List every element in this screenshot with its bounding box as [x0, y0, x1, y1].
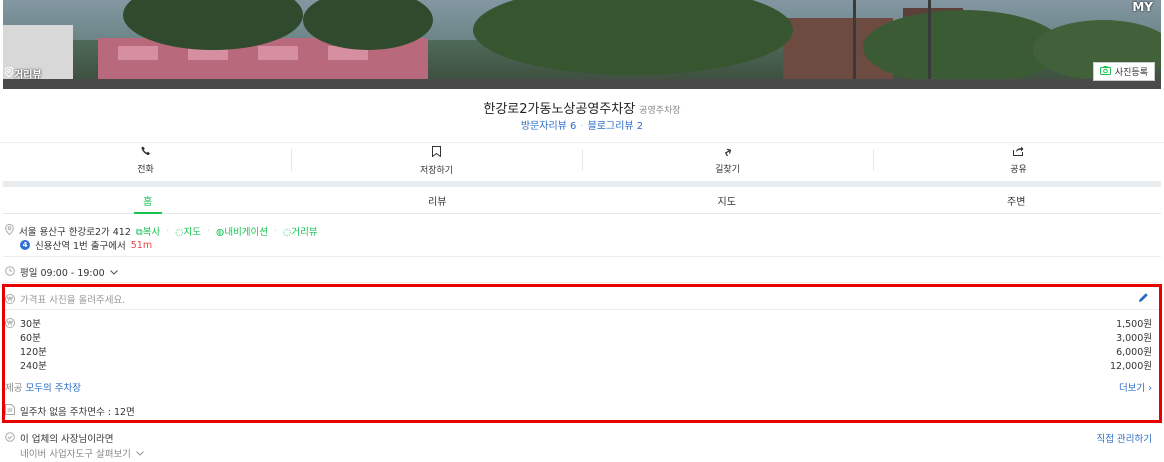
price-row: 120분 6,000원	[20, 346, 1152, 360]
provider-prefix: 제공	[5, 383, 23, 394]
price-row: 60분 3,000원	[20, 332, 1152, 346]
add-photo-label: 사진등록	[1114, 68, 1148, 78]
street-view-text: 거리뷰	[14, 70, 42, 81]
location-pin-icon	[4, 66, 14, 80]
directions-icon	[723, 146, 733, 159]
address-row: 서울 용산구 한강로2가 412 ⧉복사 · ◌지도 · ◍내비게이션 · ◌거…	[5, 223, 318, 238]
directions-button[interactable]: 길찾기	[582, 143, 873, 178]
copy-address-button[interactable]: ⧉복사	[136, 224, 160, 238]
street-view-label[interactable]: 거리뷰	[4, 66, 42, 81]
price-value: 1,500원	[1116, 319, 1152, 330]
manage-directly-link[interactable]: 직접 관리하기	[1097, 431, 1152, 445]
chevron-right-icon: ›	[1145, 383, 1152, 394]
navigation-link[interactable]: ◍내비게이션	[216, 224, 268, 238]
subway-distance: 51m	[130, 239, 153, 251]
map-link[interactable]: ◌지도	[175, 224, 201, 238]
price-provider: 제공 모두의 주차장	[5, 380, 81, 394]
price-list: 30분 1,500원 60분 3,000원 120분 6,000원 240분 1…	[20, 318, 1152, 374]
share-label: 공유	[1010, 165, 1027, 175]
divider	[5, 309, 1159, 310]
check-circle-icon	[5, 431, 15, 445]
price-value: 6,000원	[1116, 347, 1152, 358]
price-icon-row: ₩	[5, 318, 15, 328]
price-row: 30분 1,500원	[20, 318, 1152, 332]
tab-reviews[interactable]: 리뷰	[293, 187, 583, 213]
phone-icon	[140, 146, 151, 159]
hours-row[interactable]: 평일 09:00 - 19:00	[5, 265, 118, 279]
add-photo-button[interactable]: 사진등록	[1092, 62, 1155, 81]
review-links: 방문자리뷰 6 · 블로그리뷰 2	[520, 121, 644, 132]
tab-nearby[interactable]: 주변	[872, 187, 1162, 213]
call-label: 전화	[137, 165, 154, 175]
more-label: 더보기	[1118, 383, 1146, 394]
location-pin-icon	[5, 223, 14, 238]
price-duration: 120분	[20, 347, 47, 358]
share-icon	[1013, 146, 1024, 159]
share-button[interactable]: 공유	[873, 143, 1164, 178]
price-value: 12,000원	[1110, 361, 1152, 372]
price-value: 3,000원	[1116, 333, 1152, 344]
price-duration: 240분	[20, 361, 47, 372]
document-icon	[5, 404, 15, 418]
price-duration: 60분	[20, 333, 41, 344]
place-name: 한강로2가동노상공영주차장	[483, 102, 636, 117]
subway-line-badge: 4	[20, 240, 30, 250]
camera-icon	[1099, 65, 1111, 78]
more-button[interactable]: 더보기 ›	[1119, 380, 1152, 394]
parking-info-text: 일주차 없음 주차면수 : 12면	[20, 407, 135, 418]
won-icon: ₩	[5, 294, 15, 304]
divider	[3, 282, 1161, 283]
tab-bar: 홈 리뷰 지도 주변	[3, 187, 1161, 214]
owner-row: 이 업체의 사장님이라면	[5, 431, 113, 445]
save-label: 저장하기	[419, 165, 454, 176]
blog-reviews-link[interactable]: 블로그리뷰 2	[588, 121, 644, 132]
tab-map[interactable]: 지도	[582, 187, 872, 213]
my-button[interactable]: MY	[1132, 0, 1153, 14]
price-duration: 30분	[20, 319, 41, 330]
price-photo-row[interactable]: ₩ 가격표 사진을 올려주세요.	[5, 292, 125, 306]
chevron-down-icon	[109, 267, 118, 278]
tab-home[interactable]: 홈	[3, 187, 293, 213]
parking-info-row: 일주차 없음 주차면수 : 12면	[5, 404, 135, 418]
price-row: 240분 12,000원	[20, 360, 1152, 374]
photo-road	[3, 79, 1161, 89]
place-title-row: 한강로2가동노상공영주차장 공영주차장	[0, 98, 1164, 117]
photo-pole	[928, 0, 931, 89]
save-button[interactable]: 저장하기	[291, 143, 582, 178]
address-text: 서울 용산구 한강로2가 412	[19, 227, 131, 238]
place-category: 공영주차장	[639, 106, 681, 116]
business-tool-text: 네이버 사업자도구 살펴보기	[20, 449, 131, 460]
bookmark-icon	[432, 145, 441, 160]
won-icon: ₩	[5, 318, 15, 328]
call-button[interactable]: 전화	[0, 143, 291, 178]
visitor-reviews-link[interactable]: 방문자리뷰 6	[521, 121, 577, 132]
pencil-icon[interactable]	[1138, 292, 1150, 304]
provider-link[interactable]: 모두의 주차장	[26, 383, 81, 394]
chevron-down-icon	[136, 448, 144, 459]
action-bar: 전화 저장하기 길찾기 공유	[0, 142, 1164, 178]
directions-label: 길찾기	[715, 165, 740, 175]
business-tool-link[interactable]: 네이버 사업자도구 살펴보기	[20, 446, 144, 460]
price-photo-prompt: 가격표 사진을 올려주세요.	[20, 295, 126, 306]
subway-row: 4 신용산역 1번 출구에서 51m	[20, 238, 152, 252]
photo-pole	[853, 0, 856, 89]
divider	[3, 256, 1161, 257]
street-view-photo[interactable]: 거리뷰 MY 사진등록	[3, 0, 1161, 89]
owner-prompt: 이 업체의 사장님이라면	[20, 434, 114, 445]
clock-icon	[5, 265, 15, 279]
photo-tree	[473, 0, 793, 75]
subway-text: 신용산역 1번 출구에서	[35, 241, 126, 252]
street-view-link[interactable]: ◌거리뷰	[283, 224, 318, 238]
hours-text: 평일 09:00 - 19:00	[20, 268, 105, 279]
